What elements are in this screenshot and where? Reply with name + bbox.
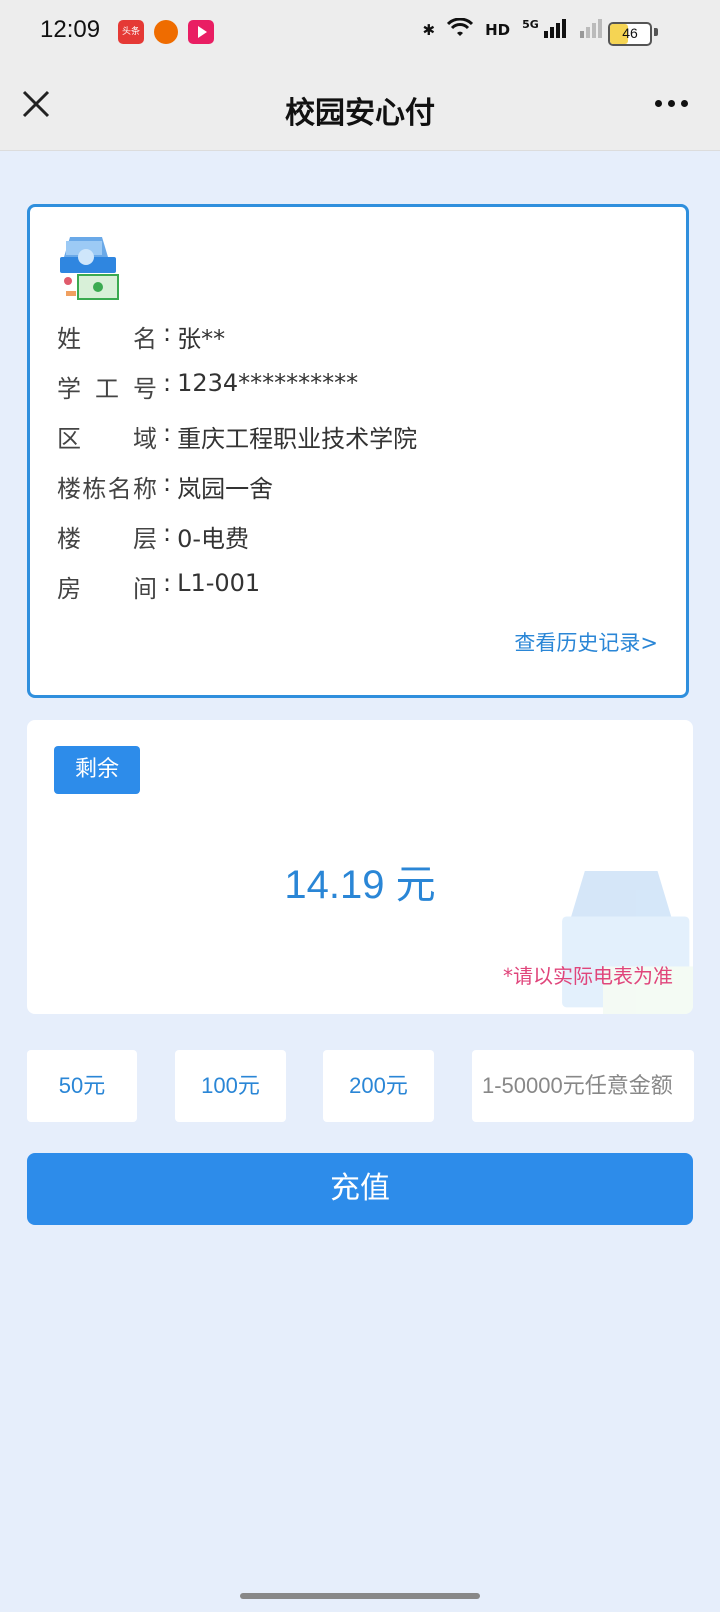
amount-option-200[interactable]: 200元 bbox=[323, 1050, 434, 1122]
info-value: L1-001 bbox=[177, 569, 261, 597]
info-value: 1234********** bbox=[177, 369, 359, 397]
info-row-id: 学工号 : 1234********** bbox=[57, 369, 359, 403]
wifi-icon bbox=[447, 17, 474, 42]
recharge-button[interactable]: 充值 bbox=[27, 1153, 693, 1225]
electric-meter-icon bbox=[60, 237, 119, 300]
amount-option-50[interactable]: 50元 bbox=[27, 1050, 137, 1122]
info-label: 学工号 bbox=[57, 375, 157, 403]
video-app-icon bbox=[188, 20, 214, 44]
battery-level: 46 bbox=[622, 25, 638, 41]
more-icon[interactable] bbox=[655, 100, 688, 107]
battery-tip bbox=[654, 28, 658, 36]
info-label: 楼栋名称 bbox=[57, 475, 157, 503]
account-info-card: 姓名 : 张** 学工号 : 1234********** 区域 : 重庆工程职… bbox=[27, 204, 689, 698]
page-title: 校园安心付 bbox=[285, 96, 435, 131]
info-row-floor: 楼层 : 0-电费 bbox=[57, 519, 250, 553]
info-row-name: 姓名 : 张** bbox=[57, 319, 226, 353]
info-value: 0-电费 bbox=[177, 525, 250, 553]
nav-bar: 校园安心付 bbox=[0, 64, 720, 151]
info-label: 姓名 bbox=[57, 325, 157, 353]
status-time: 12:09 bbox=[40, 16, 101, 43]
signal-5g-icon: 5G bbox=[522, 18, 568, 42]
amount-option-100[interactable]: 100元 bbox=[175, 1050, 286, 1122]
status-bar: 12:09 头条 ✱ HD 5G 46 bbox=[0, 0, 720, 64]
balance-badge: 剩余 bbox=[54, 746, 140, 794]
balance-note: *请以实际电表为准 bbox=[503, 964, 673, 988]
battery-icon: 46 bbox=[608, 22, 652, 46]
info-value: 重庆工程职业技术学院 bbox=[177, 425, 418, 453]
bluetooth-icon: ✱ bbox=[422, 21, 436, 39]
info-value: 岚园一舍 bbox=[177, 475, 274, 503]
history-link[interactable]: 查看历史记录> bbox=[514, 627, 658, 657]
home-indicator[interactable] bbox=[240, 1593, 480, 1599]
info-label: 区域 bbox=[57, 425, 157, 453]
signal-weak-icon bbox=[580, 18, 606, 42]
info-row-room: 房间 : L1-001 bbox=[57, 569, 261, 603]
custom-amount-input[interactable] bbox=[472, 1050, 694, 1122]
balance-card: 剩余 14.19 元 *请以实际电表为准 bbox=[27, 720, 693, 1014]
info-label: 房间 bbox=[57, 575, 157, 603]
toutiao-app-icon: 头条 bbox=[118, 20, 144, 44]
hd-icon: HD bbox=[485, 21, 511, 39]
info-label: 楼层 bbox=[57, 525, 157, 553]
info-value: 张** bbox=[177, 325, 226, 353]
network-label: 5G bbox=[522, 18, 539, 31]
notification-app-icon bbox=[154, 20, 178, 44]
electric-meter-watermark-icon bbox=[562, 871, 693, 1014]
info-row-area: 区域 : 重庆工程职业技术学院 bbox=[57, 419, 418, 453]
info-row-building: 楼栋名称 : 岚园一舍 bbox=[57, 469, 274, 503]
